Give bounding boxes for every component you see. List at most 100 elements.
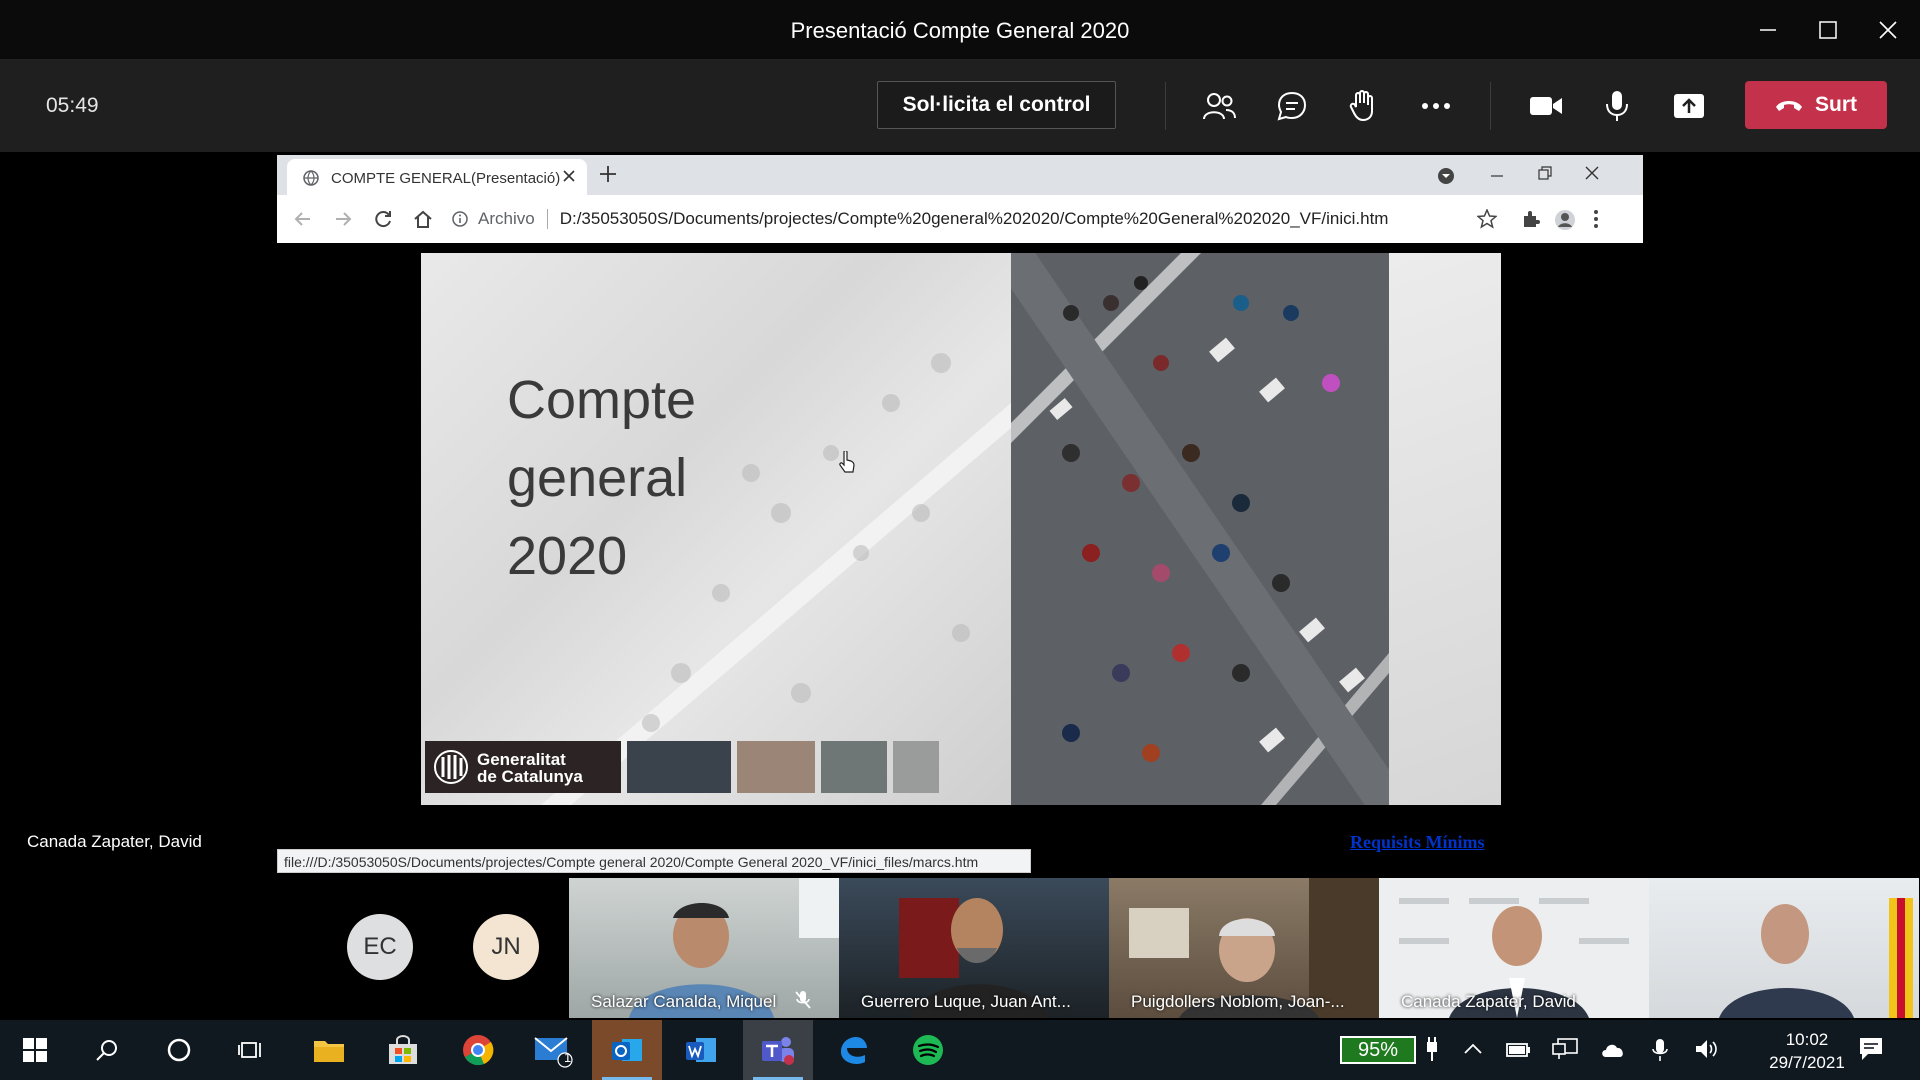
extensions-icon[interactable] xyxy=(1521,209,1541,229)
browser-menu-icon[interactable] xyxy=(1593,209,1599,229)
store-button[interactable] xyxy=(368,1020,438,1080)
hang-up-icon xyxy=(1776,101,1802,111)
notifications-icon[interactable] xyxy=(1858,1036,1884,1062)
participant-name: Canada Zapater, David xyxy=(1401,992,1576,1011)
participant-video-tile[interactable]: Salazar Canalda, Miquel xyxy=(569,878,839,1018)
new-tab-icon[interactable] xyxy=(599,165,617,183)
shared-browser-window: COMPTE GENERAL(Presentació) Archivo D:/3… xyxy=(277,155,1643,243)
task-view-icon xyxy=(238,1042,261,1058)
slide-faded-crowd-image: Compte general 2020 Generalitat de Catal… xyxy=(421,253,1011,805)
browser-restore-icon[interactable] xyxy=(1538,166,1552,180)
senyera-emblem-icon xyxy=(434,750,468,784)
onedrive-icon[interactable] xyxy=(1600,1040,1626,1058)
spotify-button[interactable] xyxy=(893,1020,963,1080)
url-field[interactable]: Archivo D:/35053050S/Documents/projectes… xyxy=(452,205,1388,233)
participant-name: Puigdollers Noblom, Joan-... xyxy=(1131,992,1345,1011)
file-explorer-button[interactable] xyxy=(294,1020,364,1080)
plug-icon[interactable] xyxy=(1424,1036,1440,1062)
camera-icon xyxy=(1530,97,1562,115)
word-icon xyxy=(686,1038,716,1062)
request-control-button[interactable]: Sol·licita el control xyxy=(877,81,1116,129)
info-icon[interactable] xyxy=(452,211,468,227)
share-screen-button[interactable] xyxy=(1669,86,1709,126)
toolbar-divider xyxy=(1490,82,1491,130)
browser-close-icon[interactable] xyxy=(1584,165,1600,181)
store-bag-icon xyxy=(389,1035,417,1064)
mail-button[interactable]: 1 xyxy=(518,1020,588,1080)
generalitat-logo: Generalitat de Catalunya xyxy=(425,741,621,793)
globe-icon xyxy=(303,170,319,186)
crowd-crosswalk-photo xyxy=(1011,253,1389,805)
battery-tray-icon[interactable] xyxy=(1506,1038,1530,1060)
outlook-icon xyxy=(612,1039,642,1061)
participant-name: Salazar Canalda, Miquel xyxy=(591,992,777,1011)
leave-button[interactable]: Surt xyxy=(1745,81,1887,129)
teams-icon xyxy=(762,1037,794,1065)
search-button[interactable] xyxy=(72,1020,142,1080)
outlook-button[interactable] xyxy=(592,1020,662,1080)
start-button[interactable] xyxy=(0,1020,70,1080)
url-divider xyxy=(546,209,548,229)
volume-icon[interactable] xyxy=(1694,1038,1720,1060)
participant-video-tile[interactable]: Canada Zapater, David xyxy=(1379,878,1649,1018)
reload-icon[interactable] xyxy=(373,209,393,229)
word-button[interactable] xyxy=(666,1020,736,1080)
ellipsis-icon xyxy=(1422,103,1450,109)
bookmark-star-icon[interactable] xyxy=(1477,209,1497,229)
avatar[interactable]: EC xyxy=(347,914,413,980)
avatar[interactable]: JN xyxy=(473,914,539,980)
minimize-icon xyxy=(1760,29,1776,31)
profile-icon[interactable] xyxy=(1554,209,1576,231)
search-icon xyxy=(96,1040,117,1061)
back-icon[interactable] xyxy=(293,209,313,229)
reactions-button[interactable] xyxy=(1344,86,1384,126)
chevron-up-icon[interactable] xyxy=(1464,1042,1482,1054)
toolbar-divider xyxy=(1165,82,1166,130)
browser-minimize-icon[interactable] xyxy=(1490,169,1504,183)
camera-button[interactable] xyxy=(1526,86,1566,126)
tab-close-icon[interactable] xyxy=(561,168,577,184)
windows-logo-icon xyxy=(23,1038,47,1062)
participant-video-tile[interactable]: Puigdollers Noblom, Joan-... xyxy=(1109,878,1379,1018)
color-swatch xyxy=(821,741,887,793)
participants-button[interactable] xyxy=(1199,86,1239,126)
chrome-button[interactable] xyxy=(443,1020,513,1080)
requirements-link[interactable]: Requisits Mínims xyxy=(1350,832,1485,853)
close-icon xyxy=(1879,21,1897,39)
edge-button[interactable] xyxy=(818,1020,888,1080)
home-icon[interactable] xyxy=(413,209,433,229)
clock-date: 29/7/2021 xyxy=(1769,1053,1845,1072)
microphone-button[interactable] xyxy=(1597,86,1637,126)
url-text: D:/35053050S/Documents/projectes/Compte%… xyxy=(559,209,1389,228)
slide-faded-right-panel xyxy=(1389,253,1501,805)
mail-badge: 1 xyxy=(564,1050,572,1065)
participant-video-tile[interactable]: Guerrero Luque, Juan Ant... xyxy=(839,878,1109,1018)
cortana-button[interactable] xyxy=(144,1020,214,1080)
network-icon[interactable] xyxy=(1552,1038,1578,1060)
more-actions-button[interactable] xyxy=(1416,86,1456,126)
forward-icon[interactable] xyxy=(333,209,353,229)
slide-crowd-photo xyxy=(1011,253,1389,805)
security-label: Archivo xyxy=(478,209,535,228)
participant-video-tile[interactable] xyxy=(1649,878,1919,1018)
battery-indicator[interactable]: 95% xyxy=(1340,1036,1416,1064)
meeting-timer: 05:49 xyxy=(46,94,99,117)
close-window-button[interactable] xyxy=(1852,0,1920,60)
chat-button[interactable] xyxy=(1272,86,1312,126)
teams-button[interactable] xyxy=(743,1020,813,1080)
share-tray-icon xyxy=(1674,94,1704,118)
browser-address-bar: Archivo D:/35053050S/Documents/projectes… xyxy=(277,195,1643,243)
chrome-icon xyxy=(463,1035,494,1066)
edge-icon xyxy=(841,1037,867,1064)
raise-hand-icon xyxy=(1349,90,1373,122)
browser-tab[interactable]: COMPTE GENERAL(Presentació) xyxy=(287,159,587,195)
logo-text-line: Generalitat xyxy=(477,750,566,769)
maximize-icon xyxy=(1819,21,1837,39)
task-view-button[interactable] xyxy=(216,1020,286,1080)
browser-status-bar: file:///D:/35053050S/Documents/projectes… xyxy=(277,849,1031,873)
tab-search-icon[interactable] xyxy=(1437,167,1455,185)
tray-microphone-icon[interactable] xyxy=(1652,1038,1668,1062)
tab-title: COMPTE GENERAL(Presentació) xyxy=(331,170,561,187)
system-clock[interactable]: 10:02 29/7/2021 xyxy=(1747,1028,1867,1074)
participant-video xyxy=(1719,898,1913,1018)
